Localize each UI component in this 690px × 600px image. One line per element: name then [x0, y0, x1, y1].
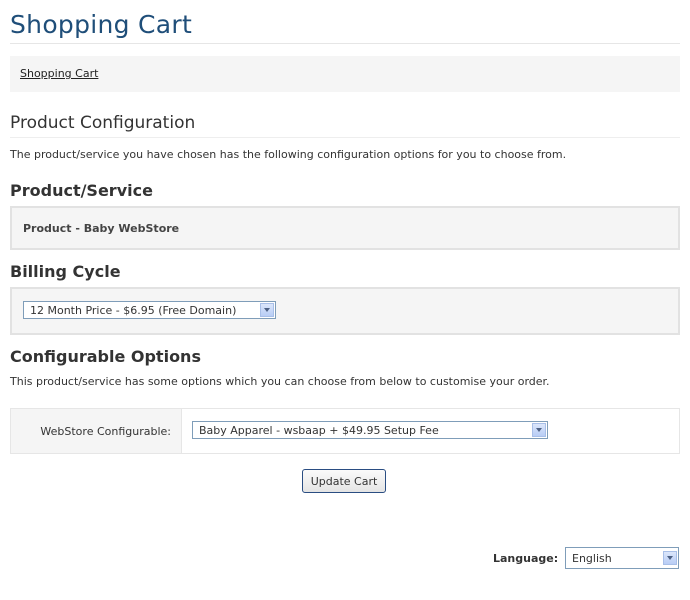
update-cart-button[interactable]: Update Cart [302, 469, 386, 493]
chevron-down-icon[interactable] [260, 303, 274, 317]
configurable-options-table: WebStore Configurable: Baby Apparel - ws… [10, 408, 680, 454]
chevron-down-icon[interactable] [663, 551, 677, 565]
title-divider [10, 43, 680, 44]
product-configuration-heading: Product Configuration [10, 113, 196, 133]
product-name: Product - Baby WebStore [23, 222, 180, 235]
chevron-down-icon[interactable] [532, 423, 546, 437]
webstore-configurable-select[interactable]: Baby Apparel - wsbaap + $49.95 Setup Fee [192, 421, 548, 439]
billing-cycle-heading: Billing Cycle [10, 262, 121, 281]
product-configuration-intro: The product/service you have chosen has … [10, 148, 567, 161]
billing-cycle-select[interactable]: 12 Month Price - $6.95 (Free Domain) [23, 301, 276, 319]
breadcrumb: Shopping Cart [10, 56, 680, 92]
configurable-options-intro: This product/service has some options wh… [10, 375, 550, 388]
webstore-configurable-label: WebStore Configurable: [40, 425, 171, 438]
language-label: Language: [493, 552, 559, 565]
language-value: English [572, 552, 612, 565]
options-label-cell: WebStore Configurable: [11, 409, 182, 453]
product-configuration-divider [10, 137, 680, 138]
billing-cycle-value: 12 Month Price - $6.95 (Free Domain) [30, 304, 237, 317]
product-service-panel: Product - Baby WebStore [10, 206, 680, 250]
language-select[interactable]: English [565, 547, 679, 569]
webstore-configurable-value: Baby Apparel - wsbaap + $49.95 Setup Fee [199, 424, 439, 437]
breadcrumb-link-shopping-cart[interactable]: Shopping Cart [20, 67, 98, 80]
page-title: Shopping Cart [10, 10, 193, 39]
configurable-options-heading: Configurable Options [10, 347, 201, 366]
billing-cycle-panel: 12 Month Price - $6.95 (Free Domain) [10, 287, 680, 335]
product-service-heading: Product/Service [10, 181, 153, 200]
